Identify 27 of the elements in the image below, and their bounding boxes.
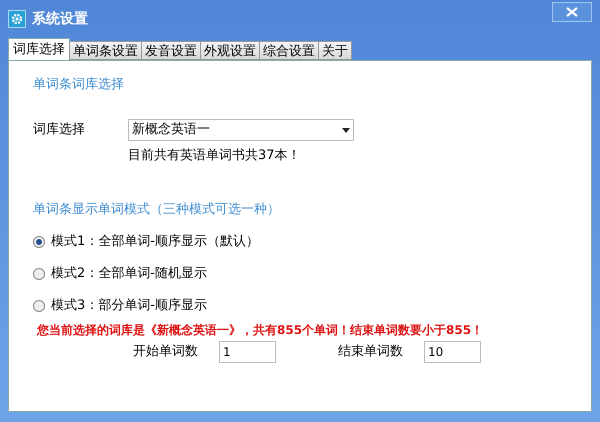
input-field[interactable]: 1 bbox=[219, 341, 276, 363]
radio-button[interactable] bbox=[33, 300, 45, 312]
field-label: 开始单词数 bbox=[133, 343, 199, 362]
library-dropdown[interactable]: 新概念英语一 bbox=[128, 119, 354, 141]
field-label: 结束单词数 bbox=[338, 343, 404, 362]
tab[interactable]: 单词条设置 bbox=[69, 41, 142, 60]
window-title: 系统设置 bbox=[32, 10, 88, 28]
warning-text: 您当前选择的词库是《新概念英语一》，共有855个单词！结束单词数要小于855！ bbox=[37, 322, 484, 339]
radio-label: 模式3：部分单词-顺序显示 bbox=[51, 297, 207, 316]
radio-button[interactable] bbox=[33, 268, 45, 280]
field-label: 词库选择 bbox=[33, 121, 86, 140]
section-title: 单词条词库选择 bbox=[33, 76, 125, 94]
dropdown-arrow-icon bbox=[342, 128, 350, 132]
tab[interactable]: 关于 bbox=[318, 41, 352, 60]
input-field[interactable]: 10 bbox=[424, 341, 481, 363]
radio-label: 模式1：全部单词-顺序显示（默认） bbox=[51, 233, 259, 252]
close-button[interactable] bbox=[552, 2, 592, 22]
gear-icon bbox=[8, 10, 26, 28]
tab[interactable]: 综合设置 bbox=[259, 41, 319, 60]
tab[interactable]: 发音设置 bbox=[141, 41, 201, 60]
radio-button[interactable] bbox=[33, 236, 45, 248]
close-icon bbox=[566, 7, 578, 17]
radio-label: 模式2：全部单词-随机显示 bbox=[51, 265, 207, 284]
library-note: 目前共有英语单词书共37本！ bbox=[128, 147, 302, 165]
tab[interactable]: 词库选择 bbox=[8, 38, 70, 60]
section-title: 单词条显示单词模式（三种模式可选一种） bbox=[33, 200, 281, 218]
tab[interactable]: 外观设置 bbox=[200, 41, 260, 60]
